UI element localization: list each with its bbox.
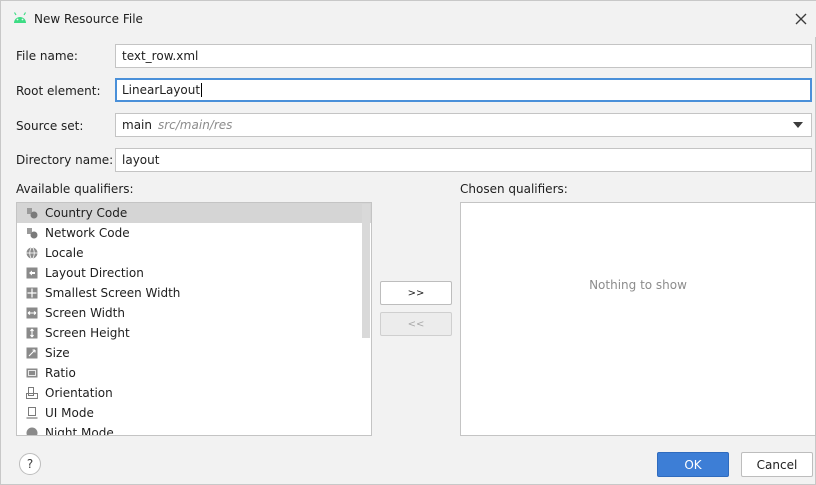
cancel-button[interactable]: Cancel — [741, 452, 813, 477]
available-qualifiers-label: Available qualifiers: — [16, 182, 134, 196]
file-name-label: File name: — [16, 49, 78, 63]
root-element-label: Root element: — [16, 84, 101, 98]
qualifier-item-network-code[interactable]: Network Code — [17, 223, 371, 243]
qualifier-item-night-mode[interactable]: Night Mode — [17, 423, 371, 436]
qualifier-label: Smallest Screen Width — [45, 286, 181, 300]
root-element-field[interactable]: LinearLayout — [115, 78, 812, 102]
orientation-icon — [26, 387, 38, 399]
qualifier-label: Country Code — [45, 206, 128, 220]
qualifier-item-screen-height[interactable]: Screen Height — [17, 323, 371, 343]
ratio-icon — [26, 367, 38, 379]
qualifier-label: Screen Height — [45, 326, 130, 340]
directory-name-value: layout — [122, 153, 160, 167]
qualifier-label: UI Mode — [45, 406, 94, 420]
country-code-icon — [26, 207, 38, 219]
qualifier-item-smallest-screen-width[interactable]: Smallest Screen Width — [17, 283, 371, 303]
ok-button[interactable]: OK — [657, 452, 729, 477]
qualifier-label: Layout Direction — [45, 266, 144, 280]
source-set-value: main — [122, 118, 152, 132]
screen-width-icon — [26, 307, 38, 319]
dialog-title: New Resource File — [34, 12, 143, 26]
qualifier-label: Screen Width — [45, 306, 125, 320]
qualifier-item-ui-mode[interactable]: UI Mode — [17, 403, 371, 423]
chosen-qualifiers-label: Chosen qualifiers: — [460, 182, 568, 196]
text-caret — [201, 83, 203, 97]
size-icon — [26, 347, 38, 359]
new-resource-file-dialog: New Resource File File name: text_row.xm… — [0, 0, 816, 485]
screen-height-icon — [26, 327, 38, 339]
available-qualifiers-list[interactable]: Country Code Network Code Locale Layout … — [16, 202, 372, 436]
qualifier-item-size[interactable]: Size — [17, 343, 371, 363]
scrollbar[interactable] — [362, 204, 370, 338]
close-button[interactable] — [791, 9, 811, 29]
source-set-select[interactable]: main src/main/res — [115, 113, 812, 137]
android-icon — [13, 12, 27, 23]
qualifier-label: Ratio — [45, 366, 76, 380]
qualifier-item-ratio[interactable]: Ratio — [17, 363, 371, 383]
qualifier-item-locale[interactable]: Locale — [17, 243, 371, 263]
qualifier-item-layout-direction[interactable]: Layout Direction — [17, 263, 371, 283]
qualifier-item-country-code[interactable]: Country Code — [17, 203, 371, 223]
root-element-value: LinearLayout — [122, 83, 201, 97]
add-qualifier-button[interactable]: >> — [380, 281, 452, 305]
night-mode-icon — [26, 427, 38, 435]
file-name-field[interactable]: text_row.xml — [115, 44, 812, 68]
qualifier-label: Orientation — [45, 386, 113, 400]
help-icon: ? — [26, 457, 34, 471]
source-set-path: src/main/res — [157, 118, 233, 132]
directory-name-label: Directory name: — [16, 153, 114, 167]
smallest-width-icon — [26, 287, 38, 299]
file-name-value: text_row.xml — [122, 49, 199, 63]
qualifier-label: Size — [45, 346, 70, 360]
title-bar: New Resource File — [1, 1, 816, 37]
chosen-qualifiers-list[interactable]: Nothing to show — [460, 202, 816, 436]
empty-state-text: Nothing to show — [589, 278, 687, 292]
help-button[interactable]: ? — [19, 453, 41, 475]
remove-qualifier-button[interactable]: << — [380, 312, 452, 336]
layout-direction-icon — [26, 267, 38, 279]
qualifier-label: Night Mode — [45, 426, 114, 436]
qualifier-label: Locale — [45, 246, 84, 260]
qualifier-item-screen-width[interactable]: Screen Width — [17, 303, 371, 323]
chevron-down-icon — [793, 122, 803, 128]
ui-mode-icon — [26, 407, 38, 419]
directory-name-field[interactable]: layout — [115, 148, 812, 172]
close-icon — [795, 13, 807, 25]
qualifier-label: Network Code — [45, 226, 130, 240]
qualifier-item-orientation[interactable]: Orientation — [17, 383, 371, 403]
globe-icon — [26, 247, 38, 259]
network-code-icon — [26, 227, 38, 239]
source-set-label: Source set: — [16, 119, 84, 133]
